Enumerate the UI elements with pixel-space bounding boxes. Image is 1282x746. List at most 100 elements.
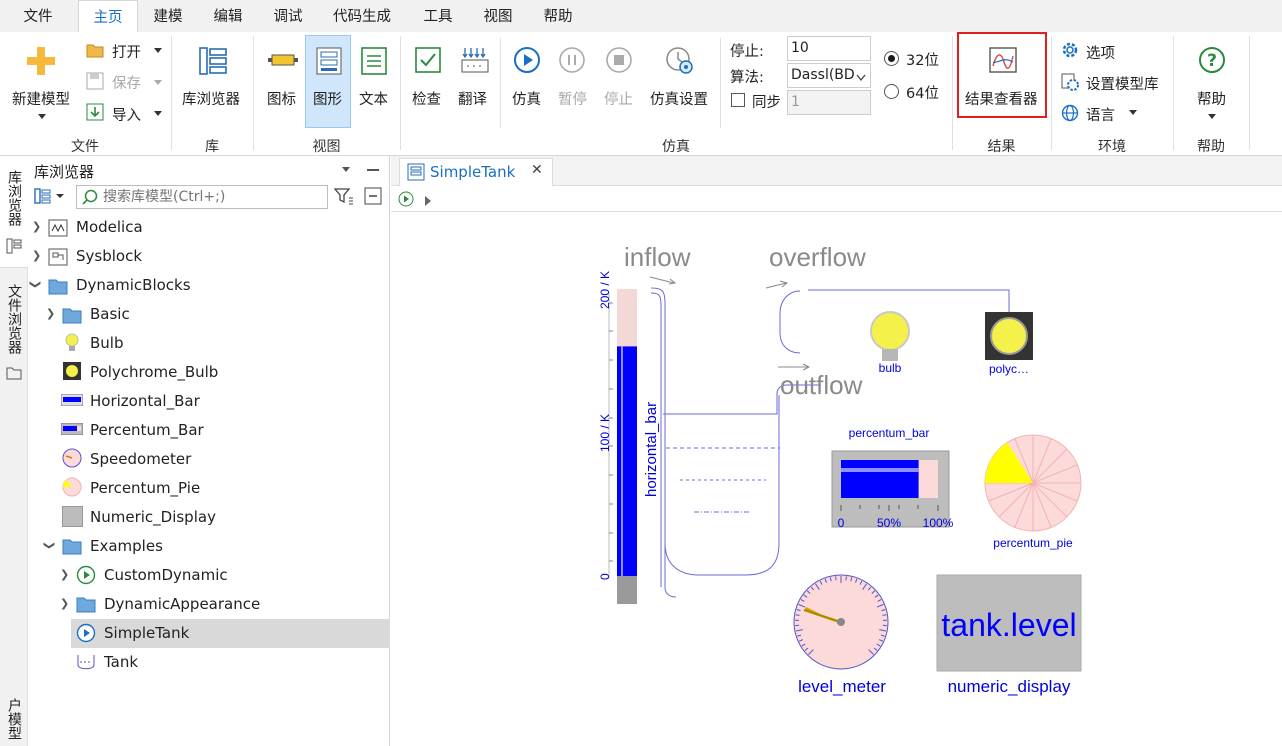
radio-32bit[interactable]: [884, 51, 899, 66]
pbar-tick-50: 50%: [877, 516, 901, 530]
menu-home[interactable]: 主页: [78, 0, 138, 32]
menu-help[interactable]: 帮助: [530, 0, 586, 32]
menu-edit[interactable]: 编辑: [200, 0, 256, 32]
translate-icon: [460, 46, 490, 78]
model-library-settings-button[interactable]: 设置模型库: [1086, 73, 1159, 94]
options-button[interactable]: 选项: [1086, 42, 1115, 63]
tree-item-horizontal-bar[interactable]: Horizontal_Bar: [90, 387, 200, 416]
menu-debug[interactable]: 调试: [260, 0, 316, 32]
new-model-button[interactable]: 新建模型: [12, 88, 70, 109]
tree-item-tank[interactable]: Tank: [104, 648, 138, 677]
tree-item-modelica[interactable]: Modelica: [76, 213, 143, 242]
chevron-down-icon[interactable]: [856, 70, 866, 86]
pbar-tick-0: 0: [838, 516, 845, 530]
stop-button[interactable]: 停止: [604, 88, 633, 109]
polychrome-bulb-component[interactable]: polyc…: [985, 312, 1033, 376]
tree-item-basic[interactable]: Basic: [90, 300, 130, 329]
tree-item-dynamicblocks[interactable]: DynamicBlocks: [76, 271, 191, 300]
menu-tools[interactable]: 工具: [410, 0, 466, 32]
chevron-right-icon[interactable]: ❯: [32, 249, 41, 262]
tree-item-polychrome-bulb[interactable]: Polychrome_Bulb: [90, 358, 218, 387]
language-dropdown-icon[interactable]: [1129, 110, 1137, 115]
chevron-down-icon[interactable]: ❯: [43, 541, 56, 550]
tree-item-bulb[interactable]: Bulb: [90, 329, 124, 358]
collapse-all-icon[interactable]: [364, 187, 382, 209]
side-tab-library[interactable]: 库浏览器: [0, 156, 28, 268]
group-label-file: 文件: [71, 139, 99, 155]
tree-item-numeric-display[interactable]: Numeric_Display: [90, 503, 216, 532]
example-model-icon: [76, 565, 96, 589]
diagram-view-icon: [314, 46, 344, 80]
search-box[interactable]: [76, 185, 328, 209]
pause-button[interactable]: 暂停: [558, 88, 587, 109]
translate-button[interactable]: 翻译: [458, 88, 487, 109]
tree-item-dynamicappearance[interactable]: DynamicAppearance: [104, 590, 260, 619]
check-button[interactable]: 检查: [412, 88, 441, 109]
tank-icon: [76, 652, 96, 676]
tree-item-examples[interactable]: Examples: [90, 532, 163, 561]
filter-icon[interactable]: [333, 187, 354, 209]
tree-view-toggle-icon[interactable]: [34, 187, 66, 209]
icon-view-button[interactable]: 图标: [267, 88, 296, 109]
library-browser-button[interactable]: 库浏览器: [182, 88, 240, 109]
percentum-pie-icon: [62, 477, 82, 501]
chevron-down-icon[interactable]: ❯: [29, 280, 42, 289]
tree-item-simpletank[interactable]: SimpleTank: [104, 619, 189, 648]
folder-tab-icon: [6, 366, 22, 384]
inflow-label: inflow: [624, 242, 691, 272]
save-button[interactable]: 保存: [112, 72, 141, 93]
tree-item-percentum-bar[interactable]: Percentum_Bar: [90, 416, 204, 445]
ribbon-separator: [500, 38, 501, 128]
percentum-pie-component[interactable]: percentum_pie: [984, 434, 1082, 550]
open-dropdown-icon[interactable]: [154, 48, 162, 53]
meter-tick: [882, 614, 887, 616]
side-tab-file[interactable]: 文件浏览器: [0, 270, 28, 390]
ribbon-separator: [720, 38, 721, 128]
library-browser-icon: [198, 46, 228, 80]
level-meter-label: level_meter: [798, 677, 886, 696]
panel-minimize-icon[interactable]: [367, 169, 379, 171]
menu-modeling[interactable]: 建模: [140, 0, 196, 32]
sync-value-input[interactable]: 1: [787, 90, 871, 115]
stop-time-input[interactable]: 10: [787, 36, 871, 61]
import-button[interactable]: 导入: [112, 104, 141, 125]
chevron-right-icon[interactable]: ❯: [60, 568, 69, 581]
menu-file[interactable]: 文件: [10, 0, 66, 32]
save-dropdown-icon[interactable]: [154, 80, 162, 85]
menu-codegen[interactable]: 代码生成: [320, 0, 404, 32]
tree-item-customdynamic[interactable]: CustomDynamic: [104, 561, 228, 590]
close-icon[interactable]: ✕: [531, 162, 543, 178]
text-view-button[interactable]: 文本: [359, 88, 388, 109]
radio-64bit[interactable]: [884, 84, 899, 99]
simulate-button[interactable]: 仿真: [512, 88, 541, 109]
tree-item-speedometer[interactable]: Speedometer: [90, 445, 191, 474]
menu-view[interactable]: 视图: [470, 0, 526, 32]
help-dropdown-icon[interactable]: [1208, 114, 1216, 119]
level-meter-component[interactable]: level_meter: [793, 574, 889, 696]
panel-menu-icon[interactable]: [342, 167, 350, 172]
side-tab-user-model[interactable]: 户模型: [0, 692, 28, 746]
vertical-bar-fill: [617, 346, 637, 576]
new-model-dropdown-icon[interactable]: [38, 114, 46, 119]
percentum-bar-component[interactable]: percentum_bar 0 50% 100%: [831, 426, 954, 530]
open-button[interactable]: 打开: [112, 41, 141, 62]
tab-simpletank[interactable]: SimpleTank ✕: [399, 158, 553, 186]
group-label-environment: 环境: [1098, 139, 1126, 155]
chevron-right-icon[interactable]: ❯: [46, 307, 55, 320]
tree-item-percentum-pie[interactable]: Percentum_Pie: [90, 474, 200, 503]
vbar-zero-label: 0: [598, 573, 612, 580]
numeric-display-component[interactable]: tank.level numeric_display: [936, 574, 1082, 696]
folder-icon: [48, 277, 68, 299]
simulation-settings-button[interactable]: 仿真设置: [650, 88, 708, 109]
import-dropdown-icon[interactable]: [154, 111, 162, 116]
search-input[interactable]: [103, 187, 323, 207]
chevron-right-icon[interactable]: ❯: [32, 220, 41, 233]
chevron-right-icon[interactable]: ❯: [60, 597, 69, 610]
tree-item-sysblock[interactable]: Sysblock: [76, 242, 142, 271]
help-button[interactable]: 帮助: [1197, 88, 1226, 109]
language-button[interactable]: 语言: [1086, 104, 1115, 125]
bulb-component[interactable]: bulb: [870, 311, 910, 375]
run-icon[interactable]: [398, 191, 414, 211]
sync-checkbox[interactable]: [731, 93, 745, 107]
folder-icon: [76, 595, 96, 617]
